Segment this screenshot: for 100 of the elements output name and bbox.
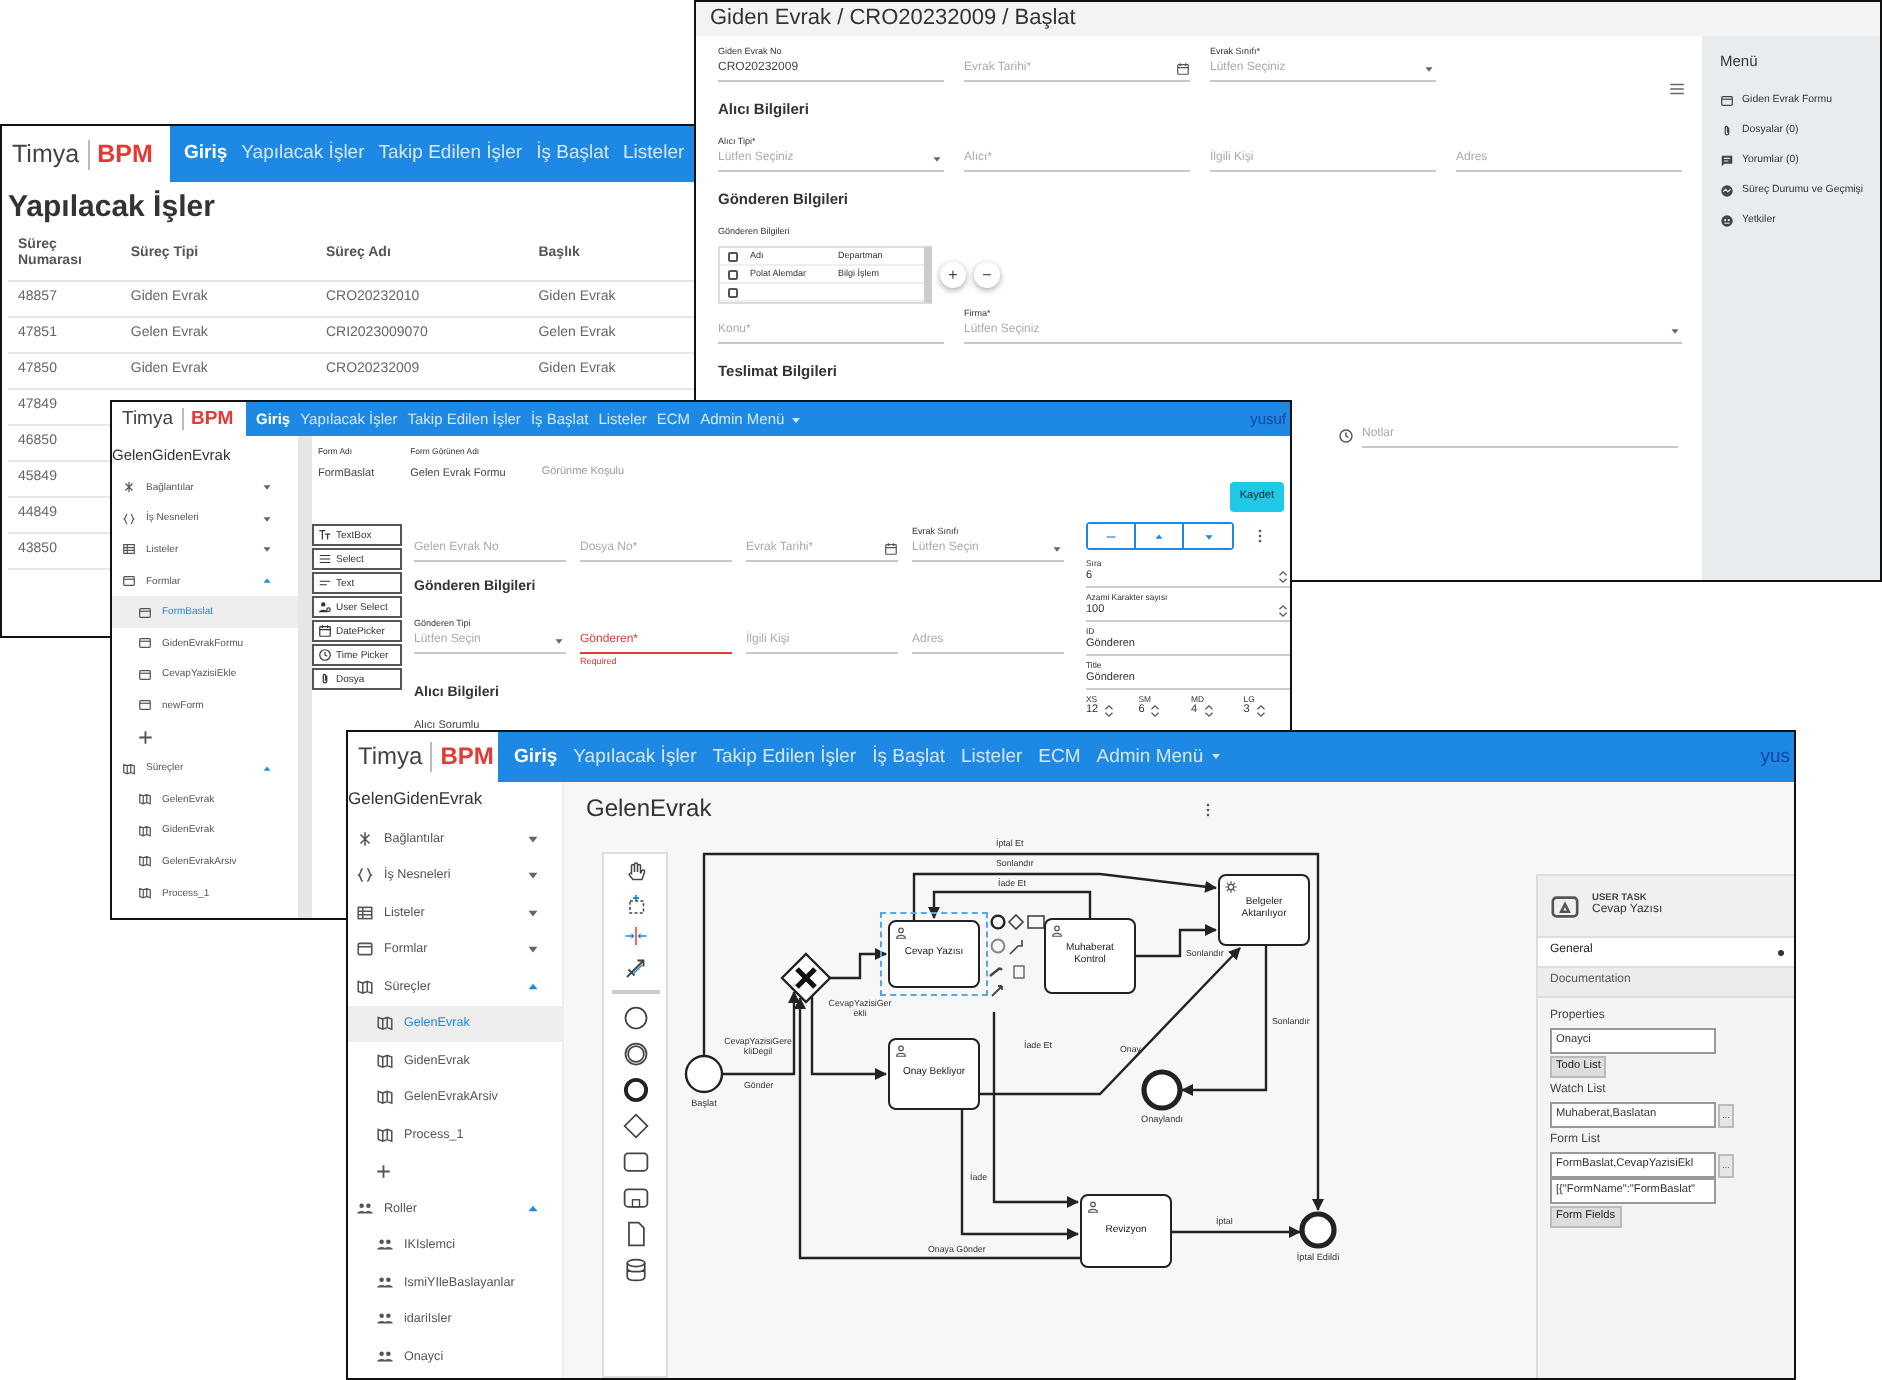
gateway-tool-icon[interactable] (621, 1112, 649, 1140)
hand-tool-icon[interactable] (623, 860, 647, 884)
calendar-icon (318, 624, 332, 638)
spinner-icon (1102, 704, 1117, 719)
add-row-button[interactable]: + (940, 262, 966, 288)
checkbox[interactable] (728, 251, 738, 261)
map-icon (376, 1051, 394, 1070)
table-icon (122, 542, 136, 557)
map-icon (138, 823, 152, 838)
checkbox[interactable] (728, 287, 738, 297)
logo-wordmark: Timya (122, 407, 174, 431)
paperclip-icon (1720, 124, 1734, 138)
users-icon (356, 1199, 374, 1218)
form-icon (122, 574, 136, 589)
table-icon (356, 903, 374, 922)
calendar-icon (1176, 62, 1190, 76)
logo-accent: BPM (430, 742, 494, 772)
active-dot (1778, 949, 1784, 955)
nav-link[interactable]: Giriş (184, 142, 228, 166)
data-store-tool-icon[interactable] (621, 1256, 649, 1284)
menu-icon[interactable] (1668, 80, 1686, 98)
user-icon (1086, 1200, 1100, 1214)
subprocess-tool-icon[interactable] (621, 1184, 649, 1212)
end-event (1141, 1069, 1183, 1111)
caret-up-icon (260, 574, 274, 589)
remove-button[interactable] (1088, 524, 1136, 548)
spinner-icon (1201, 704, 1216, 719)
link-icon (356, 829, 374, 848)
remove-row-button[interactable]: − (974, 262, 1000, 288)
end-event-tool-icon[interactable] (621, 1076, 649, 1104)
user-icon (1050, 924, 1064, 938)
context-pad-drawing[interactable] (988, 913, 1045, 997)
spinner-icon (1276, 570, 1290, 585)
calendar-icon (884, 542, 898, 556)
caret-up-icon (260, 761, 274, 776)
add-item-button[interactable]: + (112, 721, 298, 753)
user-icon (894, 926, 908, 940)
paperclip-icon (318, 672, 332, 686)
task-icon (1550, 891, 1580, 921)
face-icon (1720, 214, 1734, 228)
map-icon (376, 1014, 394, 1033)
spinner-icon (1276, 604, 1290, 619)
form-icon (1720, 94, 1734, 108)
form-icon (356, 940, 374, 959)
lasso-tool-icon[interactable] (623, 892, 647, 916)
start-event (684, 1054, 724, 1094)
map-icon (138, 854, 152, 869)
form-icon (138, 636, 152, 651)
caret-down-icon (1668, 324, 1682, 338)
project-title: GelenGidenEvrak (348, 786, 485, 812)
add-item-button[interactable]: + (348, 1153, 562, 1191)
caret-down-icon (260, 511, 274, 526)
chart-icon (1720, 184, 1734, 198)
end-event (1299, 1211, 1337, 1249)
list-icon (318, 552, 332, 566)
logo-wordmark: Timya (358, 742, 423, 772)
form-icon (138, 667, 152, 682)
spinner-icon (1253, 704, 1268, 719)
clock-icon (318, 648, 332, 662)
lines-icon (318, 576, 332, 590)
page-title: Yapılacak İşler (6, 188, 217, 228)
map-icon (122, 761, 136, 776)
map-icon (356, 977, 374, 996)
gear-icon (1224, 880, 1238, 894)
start-event-tool-icon[interactable] (621, 1004, 649, 1032)
braces-icon (356, 866, 374, 885)
caret-down-icon (1050, 542, 1064, 556)
checkbox[interactable] (728, 269, 738, 279)
intermediate-event-tool-icon[interactable] (621, 1040, 649, 1068)
braces-icon (122, 511, 136, 526)
map-icon (138, 792, 152, 807)
users-icon (376, 1347, 394, 1366)
link-icon (122, 480, 136, 495)
spinner-icon (1148, 704, 1163, 719)
task-tool-icon[interactable] (621, 1148, 649, 1176)
diagram-title: GelenEvrak (586, 794, 712, 823)
users-icon (376, 1310, 394, 1329)
connect-tool-icon[interactable] (623, 956, 647, 980)
gateway-drawing (780, 952, 832, 1004)
caret-down-icon (260, 480, 274, 495)
map-icon (376, 1088, 394, 1107)
form-icon (138, 698, 152, 713)
window-title: Giden Evrak / CRO20232009 / Başlat (710, 5, 1076, 33)
logo-accent: BPM (181, 407, 234, 431)
caret-down-icon (552, 634, 566, 649)
caret-down-icon (930, 152, 944, 166)
logo-wordmark: Timya (12, 139, 80, 169)
nav-link[interactable]: Giriş (514, 745, 558, 769)
text-icon (318, 528, 332, 542)
users-icon (376, 1273, 394, 1292)
user-icon (894, 1044, 908, 1058)
users-icon (376, 1236, 394, 1255)
space-tool-icon[interactable] (623, 924, 647, 948)
map-icon (376, 1125, 394, 1144)
caret-up-icon (1152, 529, 1166, 543)
logo-accent: BPM (87, 139, 153, 169)
user-icon (318, 600, 332, 614)
map-icon (138, 886, 152, 901)
clock-icon (1338, 428, 1354, 444)
caret-down-icon (1201, 529, 1215, 543)
